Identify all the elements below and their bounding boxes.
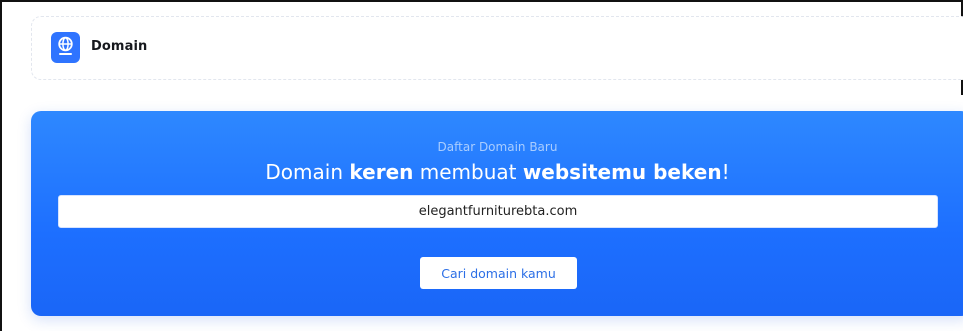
domain-header-card: Domain (31, 16, 963, 80)
hero-headline: Domain keren membuat websitemu beken! (31, 160, 963, 184)
headline-bold-keren: keren (349, 160, 414, 184)
hero-subtitle: Daftar Domain Baru (437, 140, 558, 154)
globe-icon (51, 32, 80, 63)
headline-bold-website: websitemu beken (522, 160, 722, 184)
page-title: Domain (91, 39, 148, 54)
headline-text: Domain (265, 160, 350, 184)
domain-search-input[interactable] (58, 195, 938, 228)
search-domain-button[interactable]: Cari domain kamu (420, 257, 577, 289)
headline-text: ! (721, 160, 730, 184)
headline-text: membuat (413, 160, 523, 184)
domain-search-panel: Daftar Domain Baru Domain keren membuat … (31, 111, 963, 316)
